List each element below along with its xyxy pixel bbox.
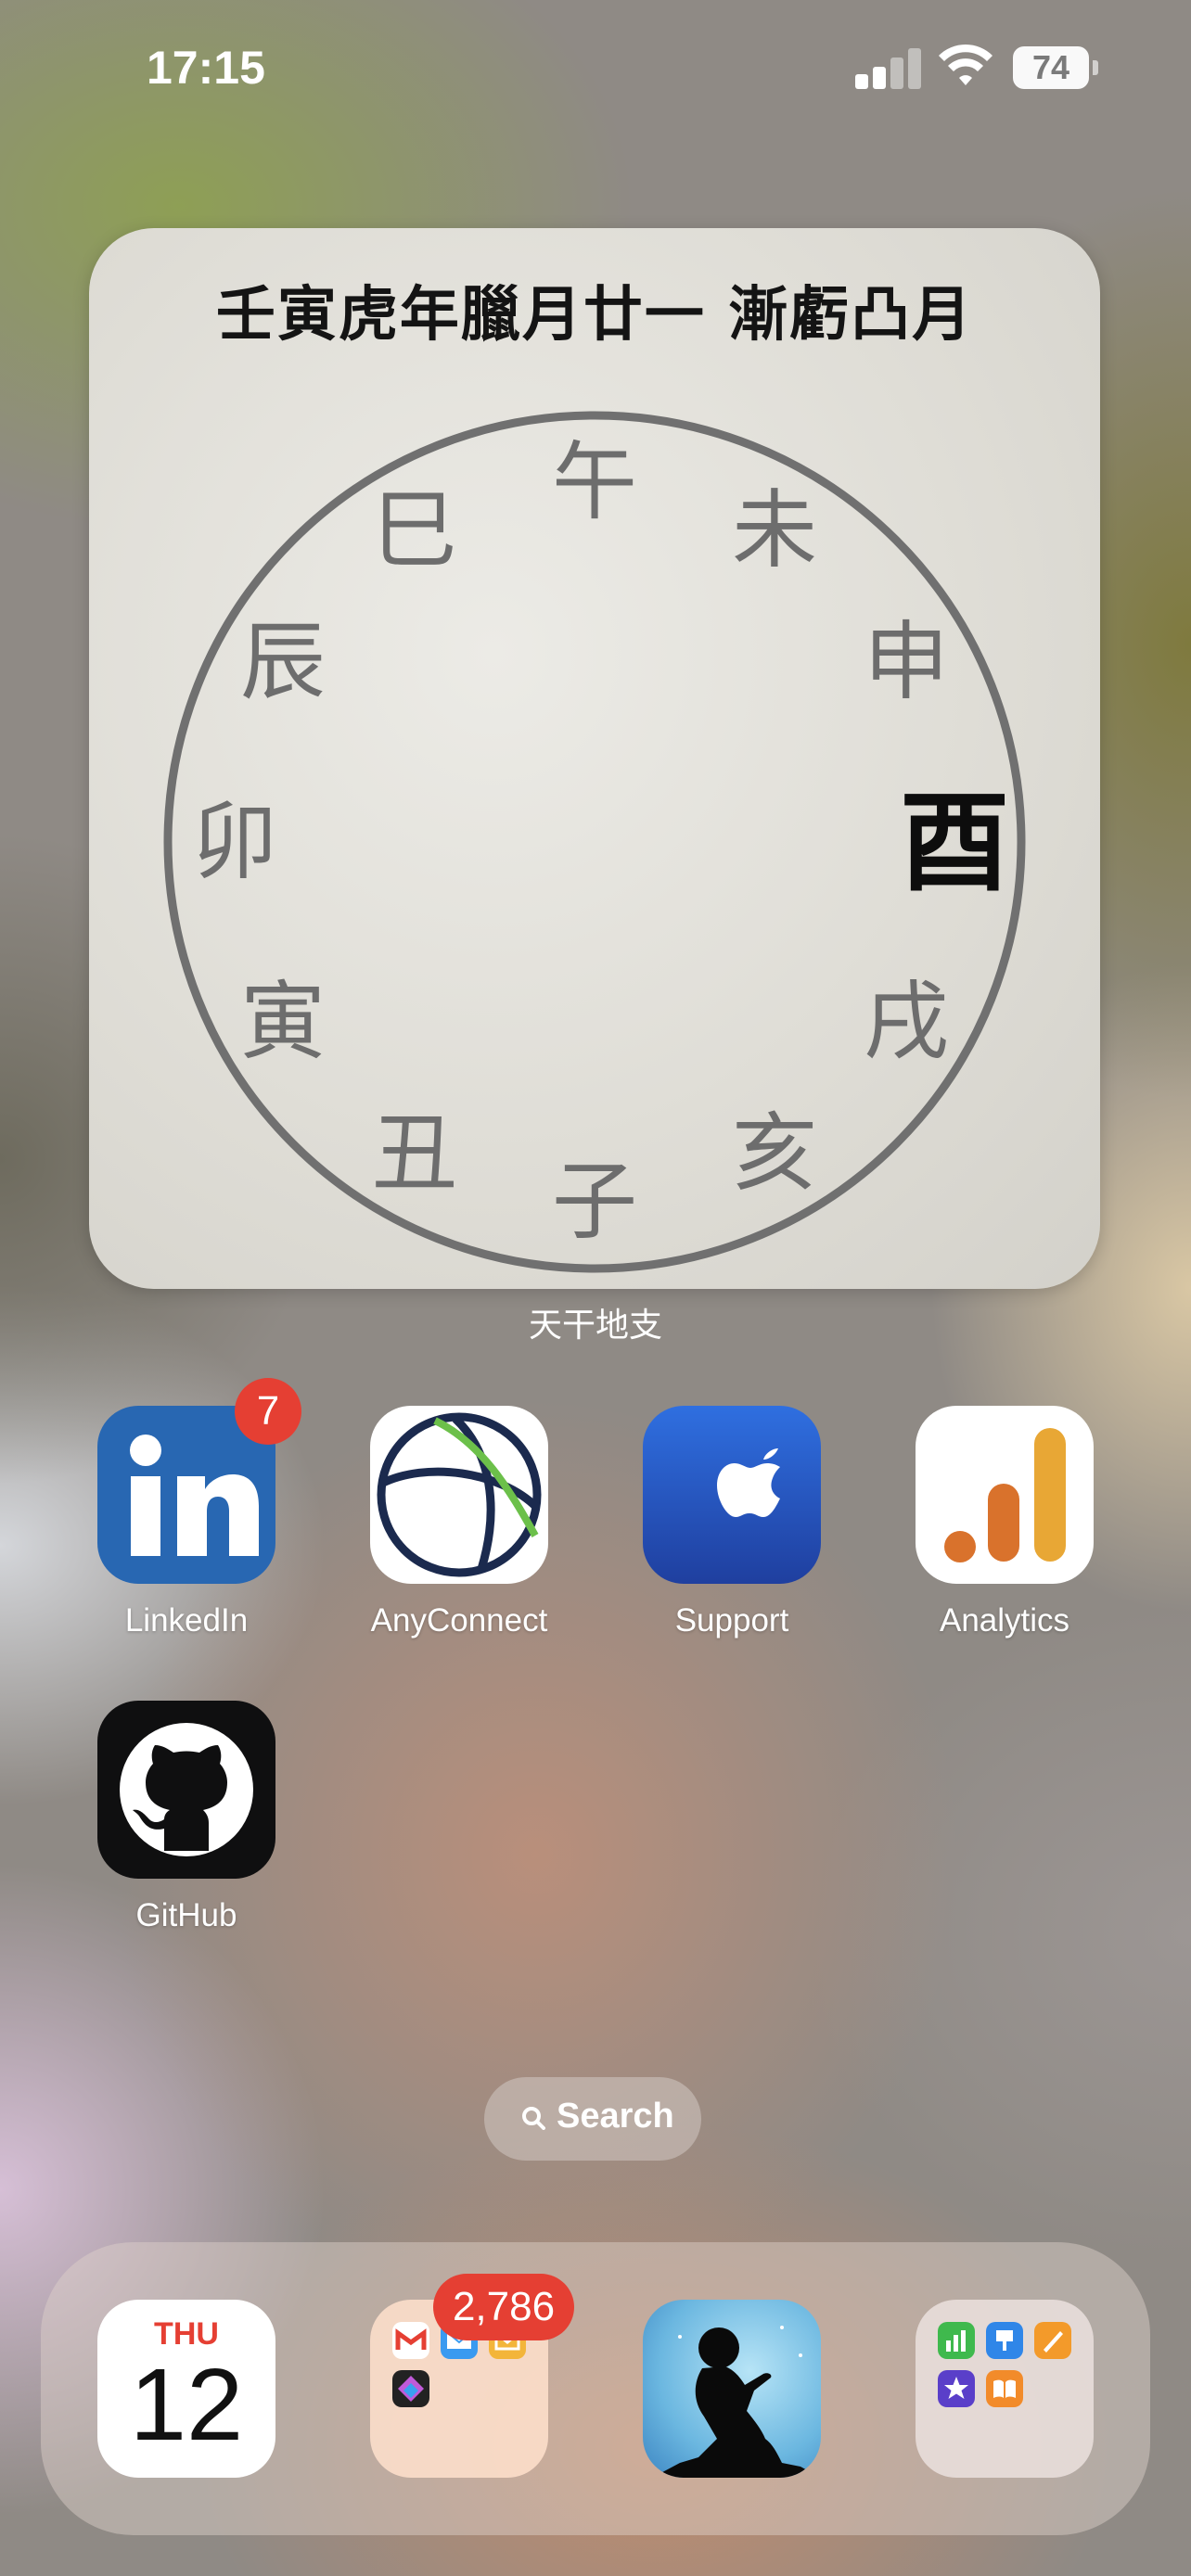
app-label: GitHub [135,1897,237,1933]
branch-label: 巳 [372,480,457,580]
shortcuts-icon [392,2370,429,2407]
keynote-icon [986,2322,1023,2359]
search-icon [522,2107,545,2130]
folder-icon [916,2300,1094,2478]
branch-label: 午 [552,433,637,532]
branch-label: 卯 [192,793,277,892]
imovie-icon [938,2370,975,2407]
branch-label: 子 [552,1153,637,1252]
branch-label: 未 [732,480,817,580]
gmail-icon [392,2322,429,2359]
widget-label: 天干地支 [528,1307,662,1345]
app-label: Analytics [939,1602,1070,1639]
app-label: AnyConnect [370,1602,548,1639]
current-branch-label: 酉 [900,778,1009,907]
status-time: 17:15 [147,42,265,94]
branch-label: 丑 [372,1104,457,1204]
search-label: Search [557,2097,674,2136]
analytics-icon [916,1406,1094,1584]
anyconnect-icon [370,1406,548,1584]
battery-level: 74 [1031,48,1070,86]
notification-badge: 7 [235,1378,301,1445]
numbers-icon [938,2322,975,2359]
branch-label: 辰 [240,613,326,712]
branch-dial: 午未申酉戌亥子丑寅卯辰巳 [163,411,1026,1273]
branch-label: 亥 [732,1104,817,1204]
app-label: LinkedIn [124,1602,249,1639]
spotlight-search-button[interactable]: Search [484,2077,701,2161]
wifi-icon [939,44,992,85]
cellular-signal-icon [855,46,921,89]
kindle-icon [643,2300,821,2478]
branch-label: 戌 [864,973,949,1072]
branch-label: 寅 [240,973,326,1072]
pages-icon [1034,2322,1071,2359]
ganzhi-clock-widget[interactable]: 壬寅虎年臘月廿一 漸虧凸月 午未申酉戌亥子丑寅卯辰巳 [89,228,1100,1289]
battery-icon: 74 [1013,46,1098,89]
github-icon [97,1701,275,1879]
apple-support-icon [643,1406,821,1584]
notification-badge: 2,786 [433,2274,574,2340]
books-icon [986,2370,1023,2407]
branch-label: 申 [864,613,949,712]
app-label: Support [674,1602,789,1639]
calendar-day: 12 [129,2348,244,2462]
status-bar: 17:15 74 [0,0,1191,139]
calendar-icon: THU 12 [97,2300,275,2478]
dial-ring [163,411,1026,1273]
